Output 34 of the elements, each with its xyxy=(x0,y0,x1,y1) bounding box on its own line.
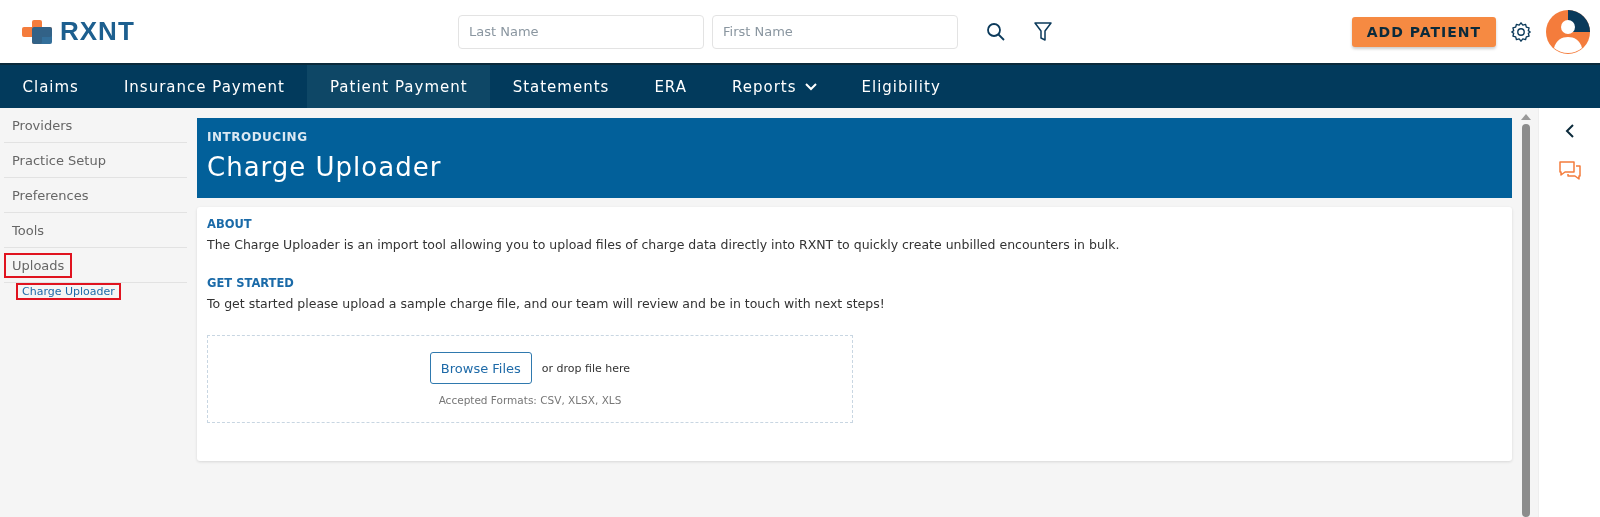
settings-icon[interactable] xyxy=(1510,20,1532,43)
search-icon[interactable] xyxy=(986,21,1006,42)
nav-tab[interactable]: Patient Payment xyxy=(307,65,491,108)
browse-files-button[interactable]: Browse Files xyxy=(429,352,532,384)
sidebar-item[interactable]: Uploads xyxy=(4,252,73,278)
nav-tab[interactable]: Claims xyxy=(0,65,102,108)
section-text: To get started please upload a sample charge file, and our team will review and be in touch with next steps! xyxy=(207,296,886,311)
logo-text: RXNT xyxy=(60,16,135,47)
sidebar-item[interactable]: Tools xyxy=(4,217,53,243)
section-heading: ABOUT xyxy=(207,217,253,231)
section-heading: GET STARTED xyxy=(207,276,295,290)
formats-note: Accepted Formats: CSV, XLSX, XLS xyxy=(438,394,622,406)
sidebar-subitem[interactable]: Charge Uploader xyxy=(16,282,121,300)
chat-icon[interactable] xyxy=(1557,160,1582,182)
nav-tab[interactable]: ERA xyxy=(631,65,710,108)
drop-hint: or drop file here xyxy=(541,361,631,375)
sidebar-item[interactable]: Practice Setup xyxy=(4,147,114,173)
search-field[interactable]: First Name xyxy=(712,14,958,49)
collapse-icon[interactable] xyxy=(1564,124,1575,138)
add-patient-button[interactable]: ADD PATIENT xyxy=(1351,16,1496,47)
avatar-icon[interactable] xyxy=(1546,9,1590,54)
sidebar-item[interactable]: Preferences xyxy=(4,182,97,208)
search-field[interactable]: Last Name xyxy=(458,14,704,49)
banner-eyebrow: INTRODUCING xyxy=(207,130,309,144)
nav-tab[interactable]: Statements xyxy=(490,65,632,108)
drop-zone[interactable]: Browse Files or drop file here Accepted Formats: CSV, XLSX, XLS xyxy=(207,335,853,423)
filter-icon[interactable] xyxy=(1034,21,1052,42)
section-text: The Charge Uploader is an import tool allowing you to upload files of charge data directly into RXNT to quickly create unbilled encounters in bulk. xyxy=(207,237,1121,252)
scroll-up-icon[interactable] xyxy=(1521,114,1531,120)
banner-title: Charge Uploader xyxy=(207,152,443,182)
nav-tab[interactable]: Eligibility xyxy=(839,65,964,108)
sidebar-item[interactable]: Providers xyxy=(4,112,81,138)
nav-tab[interactable]: Reports xyxy=(709,65,839,108)
nav-tab[interactable]: Insurance Payment xyxy=(101,65,308,108)
